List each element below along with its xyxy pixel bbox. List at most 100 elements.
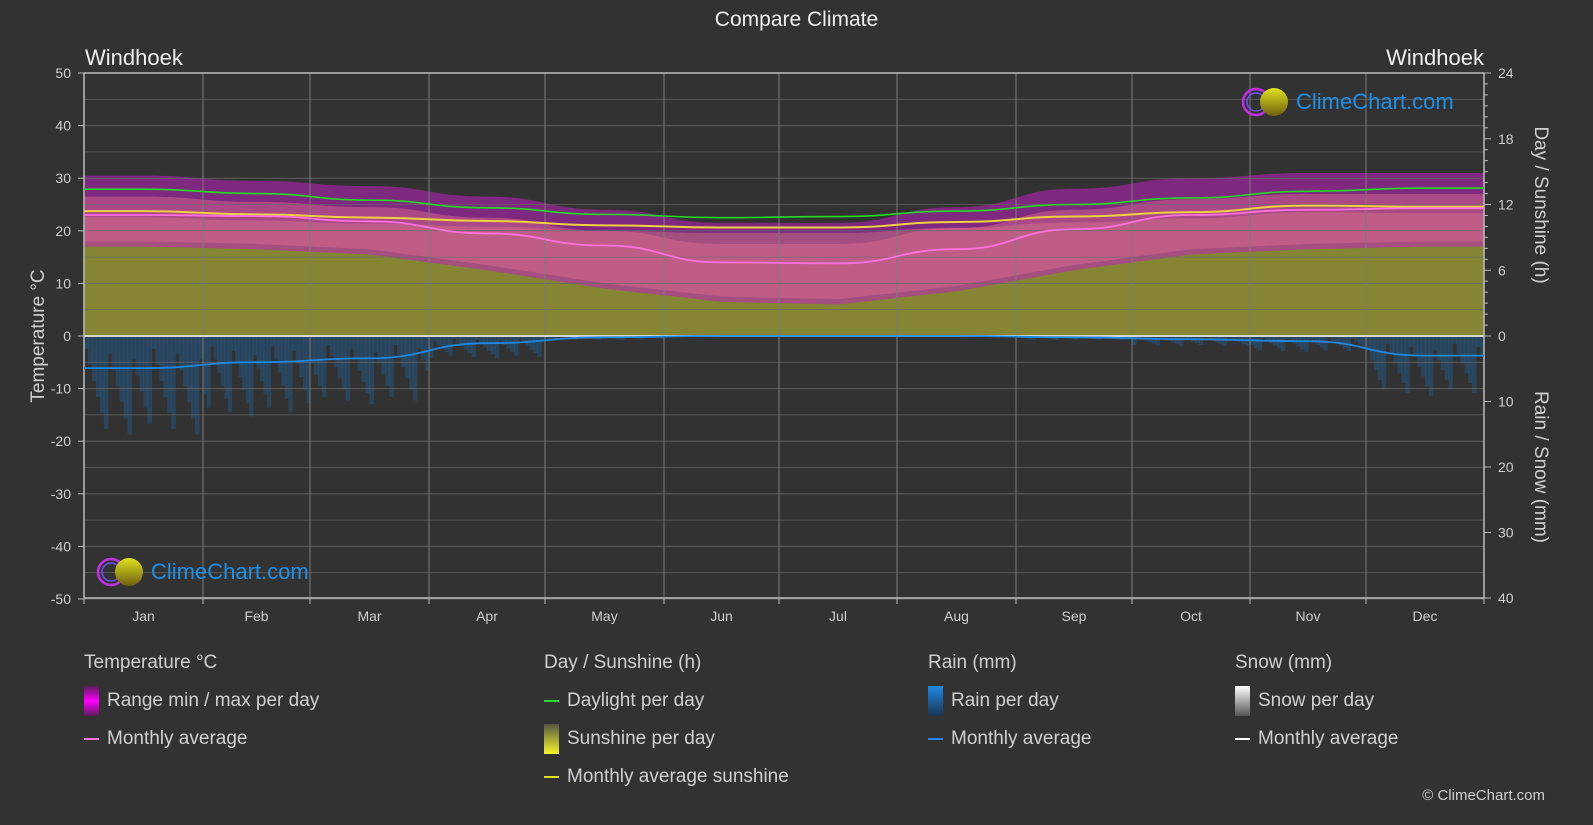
rain-day-bar: [1440, 336, 1446, 371]
climechart-logo-icon: [1241, 87, 1288, 117]
logo-text: ClimeChart.com: [1296, 89, 1454, 114]
rain-day-bar: [349, 336, 355, 349]
rain-day-bar: [471, 336, 476, 357]
rain-day-bar: [1373, 336, 1379, 371]
rain-day-bar: [127, 336, 133, 435]
rain-day-bar: [329, 336, 335, 357]
rain-day-bar: [1358, 336, 1363, 345]
legend-label: Sunshine per day: [567, 728, 715, 749]
legend-label: Range min / max per day: [107, 690, 320, 711]
rain-day-bar: [249, 336, 254, 417]
rain-day-bar: [167, 336, 172, 414]
rain-day-bar: [393, 336, 398, 345]
x-axis-month-label: Mar: [357, 608, 381, 624]
left-axis-tick-label: 30: [55, 170, 71, 186]
legend-label: Monthly average: [107, 728, 248, 749]
x-axis-month-label: Aug: [944, 608, 969, 624]
rain-day-bar: [245, 336, 250, 404]
rain-day-bar: [1425, 336, 1430, 387]
rain-day-bar: [1304, 336, 1309, 353]
rain-day-bar: [159, 336, 164, 381]
legend-item: Sunshine per day: [544, 724, 789, 754]
rain-day-bar: [483, 336, 488, 348]
rain-avg-line-icon: [928, 738, 943, 740]
rain-day-bar: [377, 336, 382, 364]
rain-day-bar: [1280, 336, 1286, 352]
rain-day-bar: [274, 336, 279, 360]
rain-day-bar: [111, 336, 117, 371]
rain-day-bar: [151, 336, 156, 349]
rain-day-bar: [1369, 336, 1375, 361]
legend-temperature: Temperature °C Range min / max per day M…: [84, 652, 319, 764]
x-axis-month-label: Apr: [476, 608, 498, 624]
x-axis-month-label: Jul: [829, 608, 847, 624]
rain-day-bar: [139, 336, 144, 392]
rain-day-bar: [436, 336, 442, 345]
rain-day-bar: [87, 336, 93, 365]
x-axis-month-label: Feb: [244, 608, 268, 624]
rain-day-bar: [99, 336, 105, 414]
x-axis-month-label: Dec: [1413, 608, 1438, 624]
rain-day-bar: [235, 336, 240, 364]
rain-day-bar: [369, 336, 374, 405]
rain-day-bar: [1342, 336, 1348, 349]
legend-label: Monthly average: [951, 728, 1092, 749]
logo-text: ClimeChart.com: [151, 559, 309, 584]
right-axis-hours-label: 12: [1498, 197, 1514, 213]
legend-item: Range min / max per day: [84, 686, 320, 716]
rain-day-bar: [463, 336, 469, 350]
logo-top-right[interactable]: ClimeChart.com: [1240, 86, 1454, 118]
rain-day-bar: [1452, 336, 1457, 344]
rain-day-bar: [191, 336, 196, 419]
legend-rain: Rain (mm) Rain per day Monthly average: [928, 652, 1091, 764]
legend-item: Monthly average: [84, 726, 319, 752]
x-axis-month-label: Jun: [710, 608, 733, 624]
copyright: © ClimeChart.com: [1422, 787, 1545, 804]
rain-day-bar: [213, 336, 218, 360]
rain-day-bar: [143, 336, 148, 408]
legend-heading: Day / Sunshine (h): [544, 652, 702, 673]
x-axis-month-label: Sep: [1062, 608, 1087, 624]
rain-day-bar: [510, 336, 515, 353]
rain-day-bar: [123, 336, 129, 419]
rain-day-bar: [529, 336, 534, 350]
rain-day-bar: [1448, 336, 1454, 390]
left-axis-tick-label: -20: [51, 433, 71, 449]
rain-day-bar: [1179, 336, 1184, 347]
temp-avg-line-icon: [84, 738, 99, 740]
rain-day-bar: [490, 336, 496, 355]
left-axis-title: Temperature °C: [28, 269, 49, 402]
rain-day-bar: [321, 336, 327, 397]
rain-day-bar: [325, 336, 331, 345]
rain-day-bar: [1472, 336, 1477, 393]
rain-day-bar: [220, 336, 225, 386]
sunshine-swatch-icon: [544, 724, 559, 754]
rain-day-bar: [341, 336, 347, 390]
rain-day-bar: [135, 336, 141, 376]
rain-day-bar: [405, 336, 410, 379]
rain-day-bar: [313, 336, 319, 375]
rain-day-bar: [231, 336, 236, 351]
right-axis-rain-title: Rain / Snow (mm): [1530, 391, 1551, 543]
rain-day-bar: [385, 336, 390, 386]
right-axis-hours-label: 0: [1498, 328, 1506, 344]
rain-day-bar: [238, 336, 243, 378]
left-axis-tick-label: 40: [55, 118, 71, 134]
legend-item: Daylight per day: [544, 688, 789, 714]
legend-heading: Snow (mm): [1235, 652, 1333, 673]
rain-day-bar: [389, 336, 394, 397]
rain-day-bar: [277, 336, 282, 373]
rain-day-bar: [285, 336, 290, 399]
rain-day-bar: [1432, 336, 1438, 351]
rain-day-bar: [1198, 336, 1204, 345]
rain-day-bar: [1323, 336, 1328, 351]
right-axis-hours-title: Day / Sunshine (h): [1530, 126, 1551, 283]
rain-day-bar: [183, 336, 188, 387]
rain-day-bar: [413, 336, 418, 401]
rain-day-bar: [1456, 336, 1461, 354]
rain-day-bar: [537, 336, 542, 357]
rain-day-bar: [1460, 336, 1465, 364]
rain-day-bar: [163, 336, 168, 397]
logo-bottom-left[interactable]: ClimeChart.com: [95, 556, 309, 588]
rain-day-bar: [421, 336, 426, 360]
